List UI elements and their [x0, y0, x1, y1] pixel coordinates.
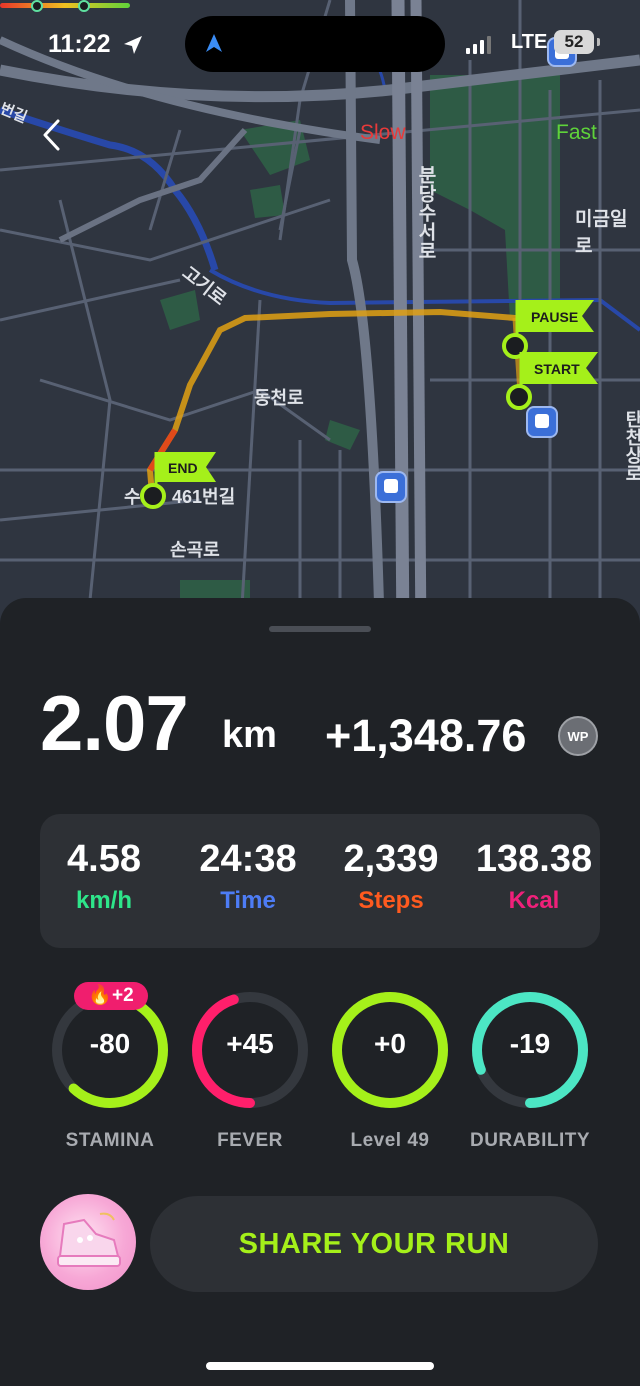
stat-value: 24:38	[199, 838, 297, 880]
road-label: 미금일로	[575, 209, 628, 257]
stat-label: Time	[220, 887, 276, 914]
map-canvas: PAUSE START END	[0, 0, 640, 640]
signal-icon	[466, 36, 491, 54]
ring-label: Level 49	[350, 1130, 430, 1151]
legend-slow-label: Slow	[360, 121, 406, 144]
dynamic-island	[185, 16, 445, 72]
pause-flag-label: PAUSE	[531, 309, 578, 325]
road-label: 분당수서로	[415, 165, 436, 260]
road-label: 461번길	[172, 487, 236, 507]
ring-value: +0	[374, 1028, 406, 1059]
home-indicator[interactable]	[206, 1362, 434, 1370]
network-type: LTE	[511, 31, 548, 53]
ring-label: DURABILITY	[469, 1130, 591, 1151]
fire-icon: 🔥	[88, 985, 112, 1006]
ring-label: FEVER	[217, 1130, 283, 1151]
stamina-bonus-value: +2	[112, 985, 134, 1006]
distance-value: 2.07	[40, 679, 189, 767]
pace-legend-bar	[0, 0, 130, 12]
start-flag-label: START	[534, 361, 580, 377]
ring-value: -80	[89, 1028, 131, 1059]
sneaker-avatar[interactable]	[40, 1194, 136, 1290]
ring-value: -19	[509, 1028, 551, 1059]
wp-token-label: WP	[567, 728, 589, 744]
stat-value: 2,339	[343, 838, 439, 880]
road-label: 동천로	[254, 388, 304, 408]
stat-value: 4.58	[67, 838, 141, 880]
stat-label: Steps	[358, 887, 424, 914]
share-run-button[interactable]: SHARE YOUR RUN	[150, 1196, 598, 1292]
ring-value: +45	[226, 1028, 274, 1059]
location-arrow-icon	[124, 36, 142, 54]
stat-speed: 4.58 km/h	[34, 838, 174, 915]
sneaker-icon	[57, 1212, 121, 1267]
road-label: 탄천상로	[623, 410, 640, 482]
subway-station-icon	[375, 471, 407, 503]
route-map[interactable]: PAUSE START END 분당수서로 미금일로 고기로 동천로 수 461…	[0, 0, 640, 640]
level-ring: +0	[328, 988, 452, 1112]
stat-label: Kcal	[508, 887, 560, 914]
distance-unit: km	[222, 714, 277, 756]
durability-ring: -19	[468, 988, 592, 1112]
share-run-label: SHARE YOUR RUN	[238, 1227, 510, 1260]
road-label: 수	[124, 487, 141, 507]
wp-earned: +1,348.76	[325, 710, 527, 761]
sheet-handle[interactable]	[269, 626, 371, 632]
stat-time: 24:38 Time	[178, 838, 318, 915]
stat-value: 138.38	[475, 838, 593, 880]
ring-label: STAMINA	[65, 1130, 155, 1151]
stat-kcal: 138.38 Kcal	[464, 838, 604, 915]
attribute-rings: -80 STAMINA +45 FEVER +0 Level 49 -19 DU…	[0, 988, 640, 1158]
end-flag-label: END	[168, 460, 198, 476]
wp-token-icon: WP	[558, 716, 598, 756]
stat-label: km/h	[75, 887, 132, 914]
start-flag: START	[506, 352, 598, 410]
stats-card: 4.58 km/h 24:38 Time 2,339 Steps 138.38 …	[40, 814, 600, 948]
legend-fast-label: Fast	[556, 121, 597, 144]
stamina-bonus-badge: 🔥+2	[74, 982, 148, 1010]
status-bar: 11:22 LTE 52	[0, 16, 640, 72]
navigation-arrow-icon	[206, 34, 222, 52]
stat-steps: 2,339 Steps	[321, 838, 461, 915]
battery-icon: 52	[554, 30, 594, 54]
clock: 11:22	[48, 30, 111, 58]
road-label: 손곡로	[170, 540, 220, 560]
subway-station-icon	[526, 406, 558, 438]
run-summary-sheet: 2.07 km +1,348.76 WP 4.58 km/h 24:38 Tim…	[0, 598, 640, 1386]
back-button[interactable]	[38, 118, 68, 152]
chevron-left-icon	[43, 119, 60, 151]
fever-ring: +45	[188, 988, 312, 1112]
battery-tip	[597, 38, 600, 46]
